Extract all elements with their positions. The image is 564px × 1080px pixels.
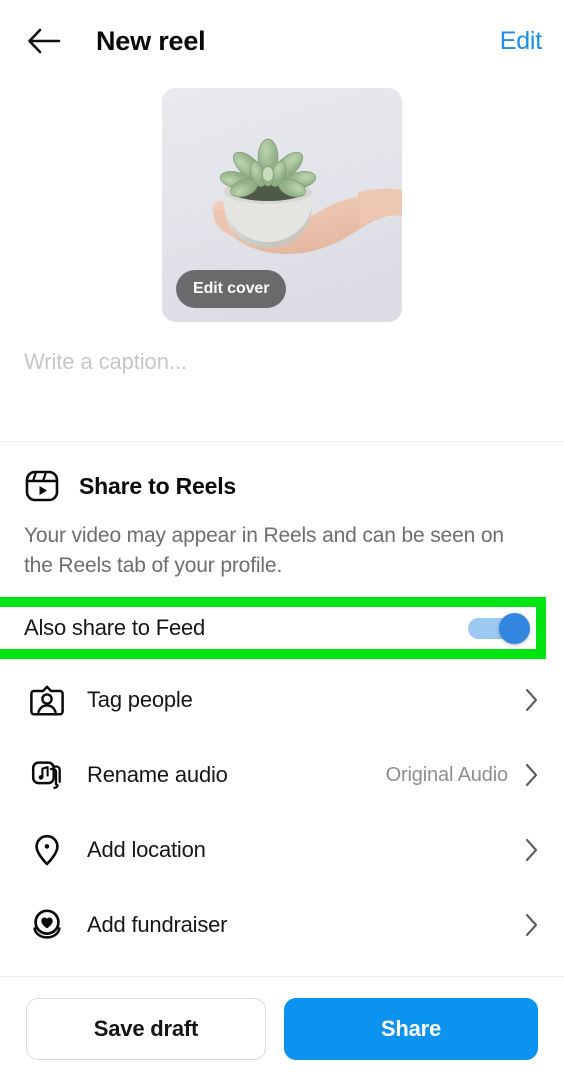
fundraiser-heart-icon [24,908,70,942]
caption-input[interactable]: Write a caption... [24,349,540,375]
music-note-icon [24,758,70,792]
option-rename-audio[interactable]: Rename audio Original Audio [0,737,564,813]
toggle-knob [499,612,530,644]
option-label: Rename audio [87,762,228,788]
option-label: Tag people [87,687,193,713]
location-pin-icon [24,833,70,867]
also-share-to-feed-row[interactable]: Also share to Feed [0,606,536,649]
caption-area[interactable]: Write a caption... [0,327,564,442]
footer-actions: Save draft Share [0,976,564,1080]
save-draft-button[interactable]: Save draft [26,997,266,1060]
edit-button[interactable]: Edit [500,27,542,56]
also-share-to-feed-label: Also share to Feed [24,614,206,640]
share-to-reels-description: Your video may appear in Reels and can b… [24,524,504,577]
page-title: New reel [96,25,206,56]
option-value: Original Audio [385,763,509,786]
thumbnail-container: Edit cover [0,82,564,327]
options-list: Tag people Rename audio Original Audio A… [0,662,564,963]
back-button[interactable] [22,19,66,63]
arrow-left-icon [28,28,61,54]
option-tag-people[interactable]: Tag people [0,662,564,738]
chevron-right-icon [524,837,540,863]
share-to-reels-heading: Share to Reels [24,468,540,504]
new-reel-screen: New reel Edit Edit cover Write a caption… [0,0,564,1080]
chevron-right-icon [524,912,540,938]
highlight-box: Also share to Feed [0,596,546,659]
share-to-reels-section: Share to Reels Your video may appear in … [0,442,564,581]
reels-icon [25,470,59,502]
chevron-right-icon [524,687,540,713]
reel-thumbnail[interactable]: Edit cover [162,88,402,322]
option-add-fundraiser[interactable]: Add fundraiser [0,887,564,963]
also-share-to-feed-toggle[interactable] [468,612,530,644]
tag-people-icon [24,683,70,717]
share-to-reels-title: Share to Reels [79,472,236,499]
share-button[interactable]: Share [284,997,538,1060]
header: New reel Edit [0,0,564,82]
edit-cover-button[interactable]: Edit cover [176,270,287,308]
option-label: Add location [87,837,206,863]
option-label: Add fundraiser [87,912,228,938]
chevron-right-icon [524,762,540,788]
option-add-location[interactable]: Add location [0,812,564,888]
